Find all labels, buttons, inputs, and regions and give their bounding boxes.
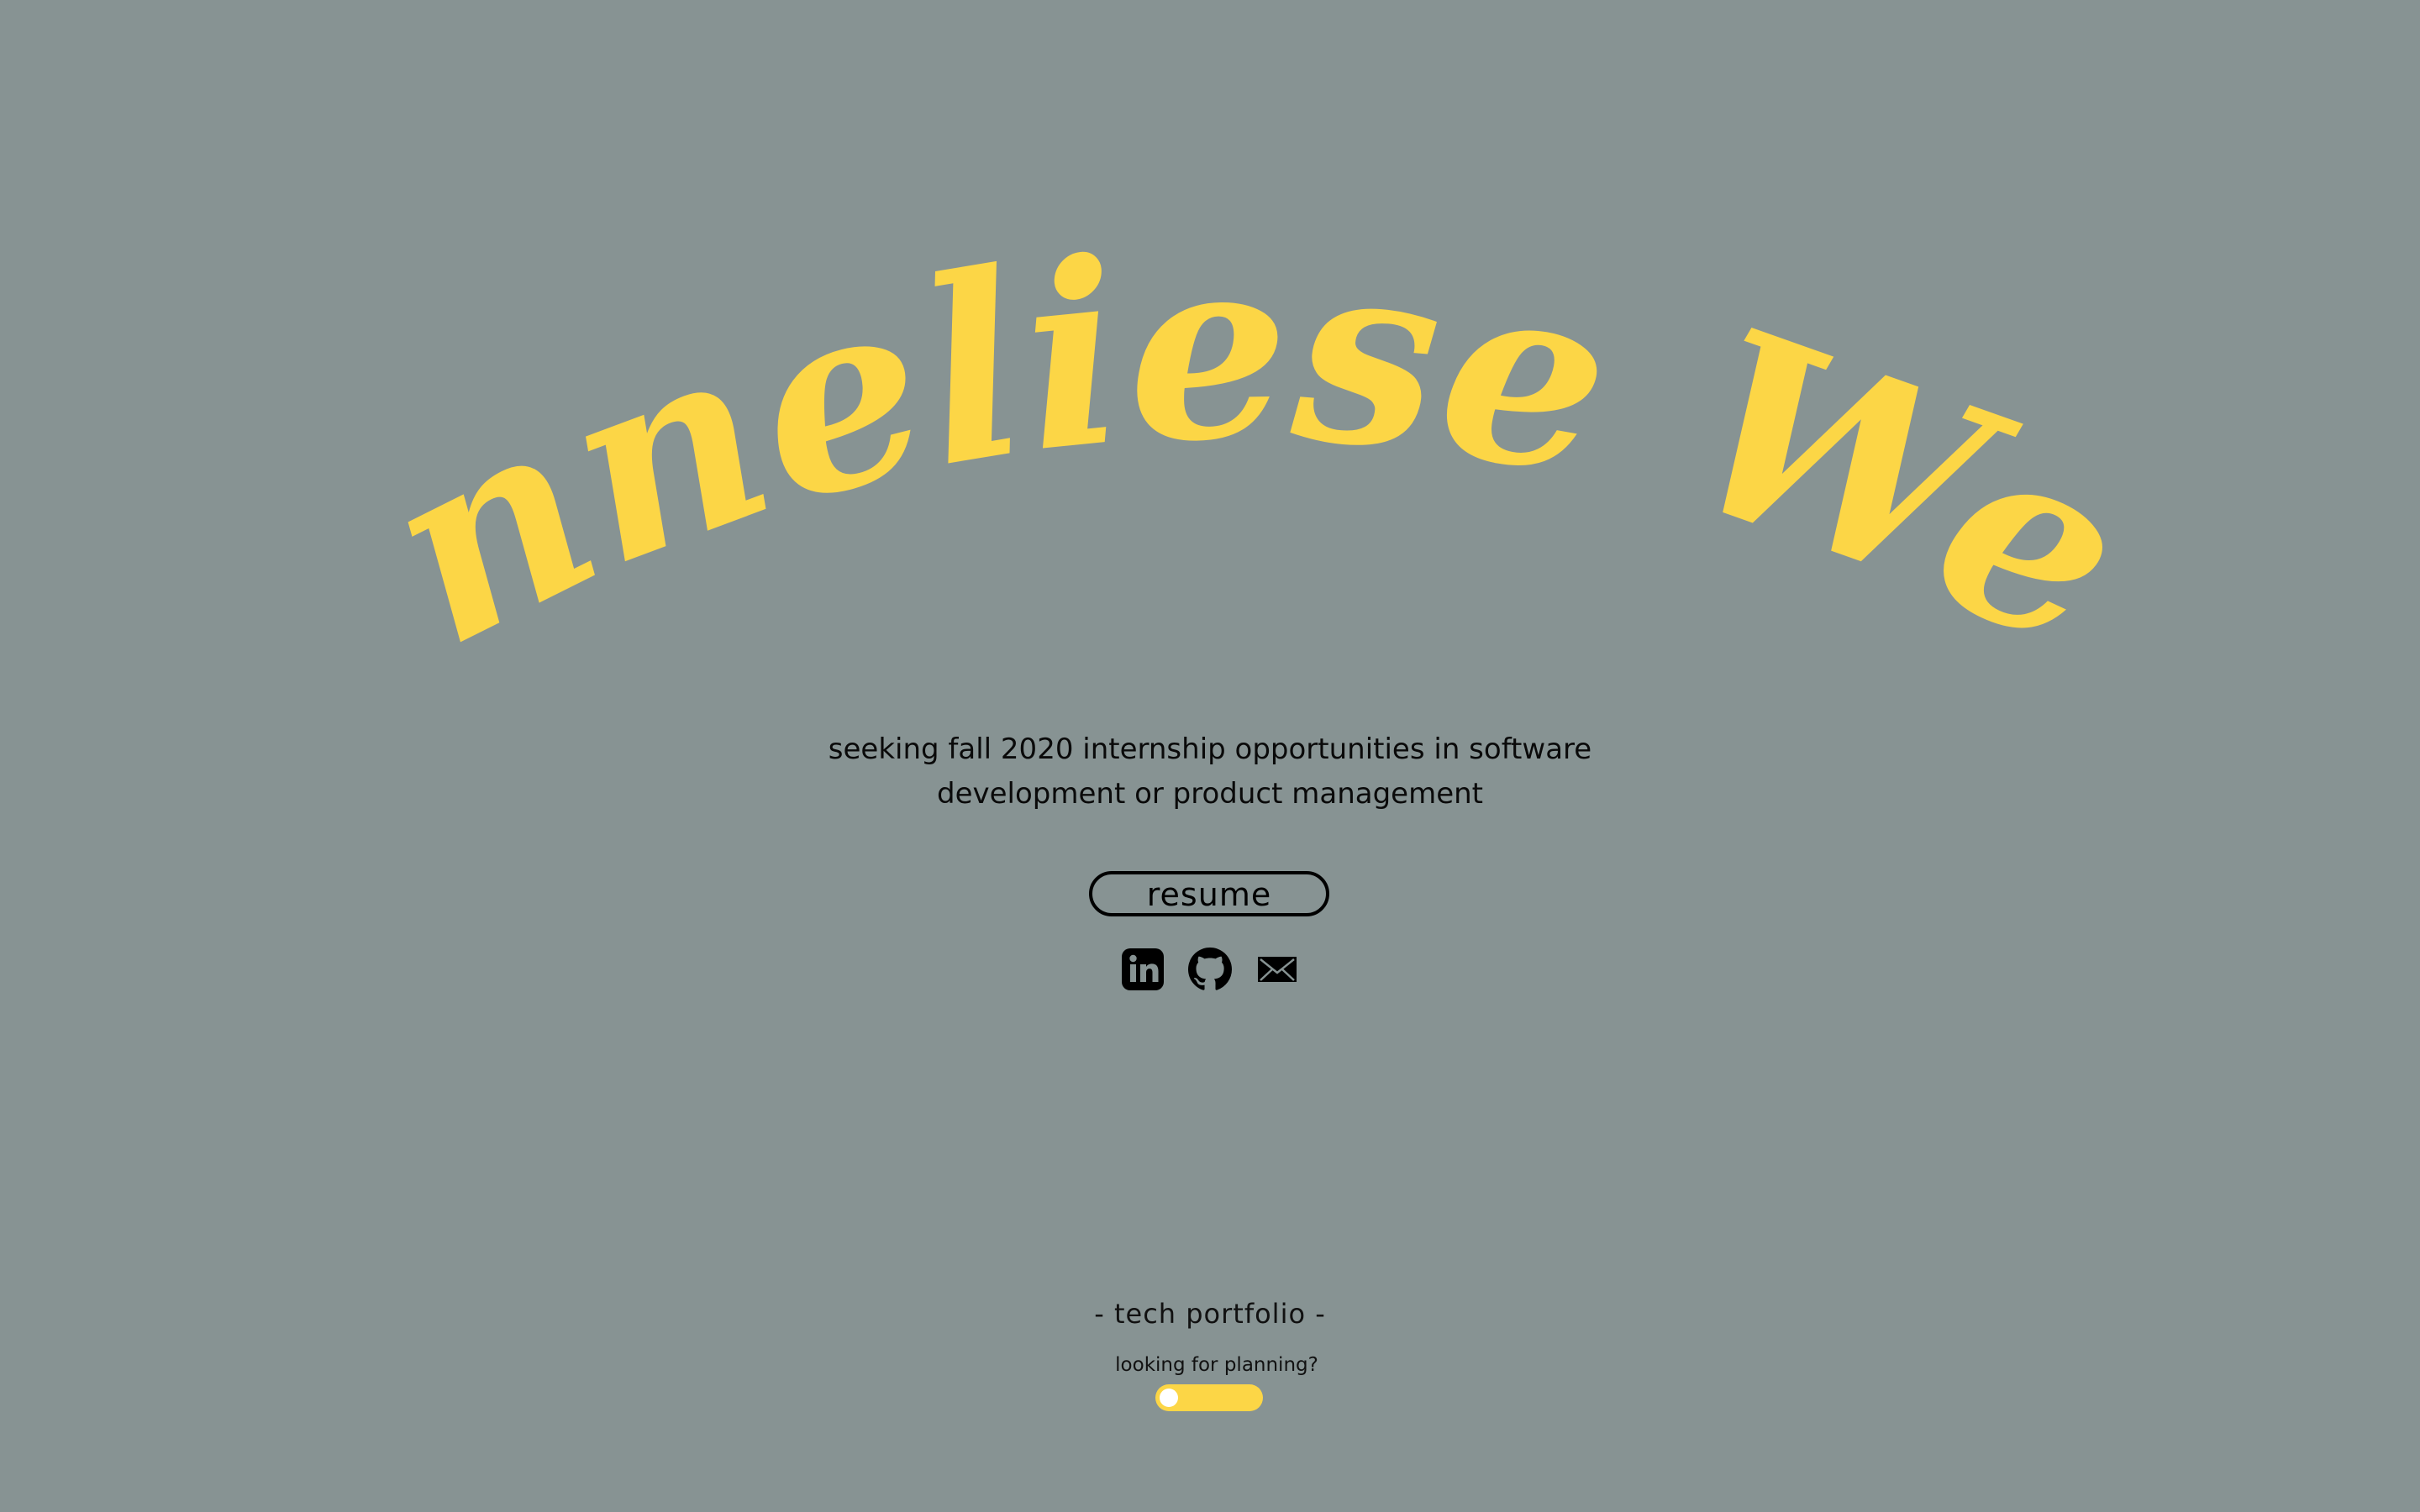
toggle-question-label: looking for planning? [1115, 1354, 1318, 1376]
mail-icon [1258, 957, 1297, 982]
portfolio-label: - tech portfolio - [1094, 1298, 1326, 1330]
linkedin-link[interactable] [1121, 948, 1165, 991]
hero-name: Anneliese Wen [0, 0, 2168, 708]
planning-toggle[interactable] [1155, 1384, 1263, 1411]
github-icon [1188, 948, 1232, 990]
landing-page: Anneliese Wen seeking fall 2020 internsh… [0, 0, 2420, 1512]
tagline-line-1: seeking fall 2020 internship opportuniti… [828, 732, 1592, 766]
resume-button[interactable]: resume [1089, 871, 1329, 916]
hero-name-path: Anneliese Wen [0, 0, 2168, 708]
tagline-line-2: development or product management [936, 777, 1484, 811]
toggle-knob [1160, 1389, 1178, 1407]
linkedin-icon [1122, 948, 1164, 990]
github-link[interactable] [1188, 948, 1232, 991]
hero-name-graphic: Anneliese Wen [0, 0, 2168, 708]
email-link[interactable] [1255, 948, 1299, 991]
social-links [0, 948, 2420, 991]
